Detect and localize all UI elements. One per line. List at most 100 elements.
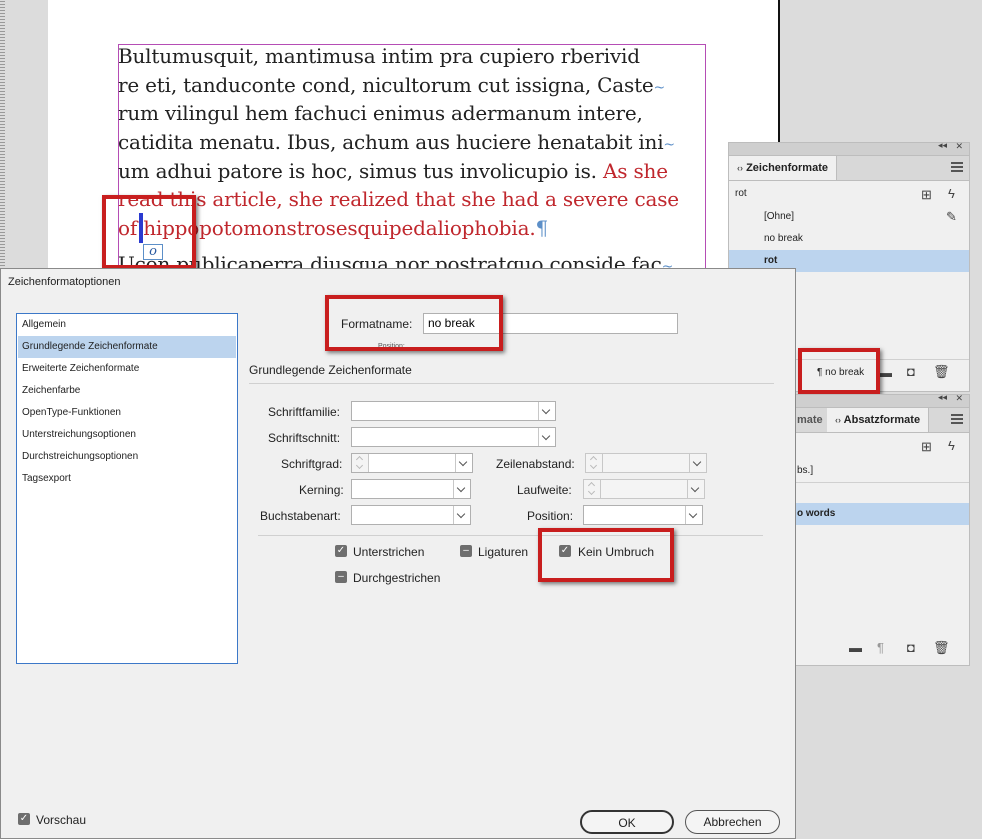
cancel-button[interactable]: Abbrechen (685, 810, 780, 834)
schriftschnitt-label: Schriftschnitt: (268, 431, 341, 445)
vorschau-label: Vorschau (36, 813, 87, 827)
panel-header-strip: ◂◂ ✕ (791, 392, 969, 408)
stepper-icon[interactable] (352, 454, 369, 472)
highlight-box-cursor (102, 195, 196, 269)
category-list[interactable]: Allgemein Grundlegende Zeichenformate Erwe… (16, 313, 238, 664)
tab-label: Zeichenformate (746, 162, 828, 174)
stepper-icon[interactable] (586, 454, 603, 472)
buchstabenart-dropdown[interactable] (351, 505, 471, 525)
chevron-down-icon (538, 428, 555, 446)
schriftgrad-field[interactable] (351, 453, 473, 473)
position-dropdown[interactable] (583, 505, 703, 525)
folder-icon[interactable]: ▬ (849, 640, 862, 655)
document-text-line[interactable]: rum vilingul hem fachuci enimus adermanu… (118, 101, 643, 125)
new-from-selection-icon[interactable]: ⊞ (921, 187, 932, 203)
stepper-icon[interactable] (584, 480, 601, 498)
tab-chevron-icon: ‹› (737, 163, 743, 173)
delete-icon[interactable]: 🗑 (933, 640, 950, 656)
laufweite-label: Laufweite: (517, 483, 572, 497)
panel-header-strip: ◂◂ ✕ (729, 140, 969, 156)
panel-tabbar: mate ‹› Absatzformate (791, 408, 969, 433)
quick-apply-icon[interactable]: ϟ (948, 438, 955, 453)
ok-button[interactable]: OK (580, 810, 674, 834)
style-item-no-break[interactable]: no break (729, 228, 969, 250)
schriftschnitt-dropdown[interactable] (351, 427, 556, 447)
ligaturen-checkbox[interactable]: – (460, 545, 472, 557)
new-from-selection-icon[interactable]: ⊞ (921, 439, 932, 455)
chevron-down-icon (687, 480, 704, 498)
new-style-icon[interactable]: ◘ (907, 364, 915, 379)
text-run: um adhui patore is hoc, simus tus involi… (118, 159, 603, 183)
current-style-label: rot (735, 188, 747, 199)
chevron-down-icon (453, 480, 470, 498)
tab-zeichenformate[interactable]: ‹› Zeichenformate (729, 156, 837, 180)
buchstabenart-label: Buchstabenart: (260, 509, 341, 523)
category-item[interactable]: OpenType-Funktionen (18, 402, 236, 424)
options-divider (258, 535, 763, 536)
close-icon[interactable]: ✕ (955, 141, 963, 152)
panel-row-divider (791, 482, 969, 483)
style-item-basic[interactable]: bs.] (791, 460, 969, 482)
highlight-box-kein-umbruch (538, 528, 674, 582)
tab-chevron-icon: ‹› (835, 415, 841, 425)
schriftfamilie-label: Schriftfamilie: (268, 405, 341, 419)
tab-absatzformate[interactable]: ‹› Absatzformate (827, 408, 930, 432)
tab-zeichenformate-inactive[interactable]: mate (791, 408, 832, 432)
panel-menu-icon[interactable] (951, 414, 963, 424)
hyphen-marker: ~ (653, 80, 666, 96)
text-run: read this article, she realized that she… (118, 187, 679, 211)
document-text-line[interactable]: Bultumusquit, mantimusa intim pra cupier… (118, 44, 640, 68)
zeilenabstand-label: Zeilenabstand: (496, 457, 575, 471)
tab-label: Absatzformate (843, 414, 921, 426)
kerning-label: Kerning: (299, 483, 344, 497)
delete-icon[interactable]: 🗑 (933, 364, 950, 380)
highlight-box-no-break-footer (798, 348, 880, 394)
category-item[interactable]: Allgemein (18, 314, 236, 336)
text-run: re eti, tanduconte cond, nicultorum cut … (118, 73, 654, 97)
vorschau-checkbox[interactable]: ✓ (18, 813, 30, 825)
clear-overrides-icon[interactable]: ✎ (946, 209, 957, 225)
zeilenabstand-field[interactable] (585, 453, 707, 473)
laufweite-field[interactable] (583, 479, 705, 499)
category-item[interactable]: Unterstreichungsoptionen (18, 424, 236, 446)
kerning-dropdown[interactable] (351, 479, 471, 499)
dialog-title: Zeichenformatoptionen (8, 276, 121, 288)
category-item[interactable]: Zeichenfarbe (18, 380, 236, 402)
schriftgrad-label: Schriftgrad: (281, 457, 343, 471)
pilcrow-marker: ¶ (535, 216, 549, 240)
paragraph-styles-panel[interactable]: ◂◂ ✕ mate ‹› Absatzformate ⊞ ϟ bs.] o wo… (790, 392, 970, 666)
panel-tabbar: ‹› Zeichenformate (729, 156, 969, 181)
highlight-box-formatname (325, 295, 503, 351)
document-text-line[interactable]: read this article, she realized that she… (118, 187, 679, 211)
chevron-down-icon (455, 454, 472, 472)
document-text-line[interactable]: catidita menatu. Ibus, achum aus huciere… (118, 130, 675, 154)
chevron-down-icon (689, 454, 706, 472)
quick-apply-icon[interactable]: ϟ (948, 186, 955, 201)
style-item-ohne[interactable]: [Ohne] (729, 206, 969, 228)
schriftfamilie-dropdown[interactable] (351, 401, 556, 421)
text-run: Bultumusquit, mantimusa intim pra cupier… (118, 44, 640, 68)
folder-icon[interactable]: ▬ (879, 365, 892, 380)
section-title: Grundlegende Zeichenformate (249, 363, 412, 377)
collapse-icon[interactable]: ◂◂ (938, 392, 947, 403)
ligaturen-label: Ligaturen (478, 545, 529, 559)
panel-menu-icon[interactable] (951, 162, 963, 172)
category-item[interactable]: Erweiterte Zeichenformate (18, 358, 236, 380)
category-item[interactable]: Tagsexport (18, 468, 236, 490)
clear-overrides-icon[interactable]: ¶ (877, 640, 884, 655)
category-item[interactable]: Durchstreichungsoptionen (18, 446, 236, 468)
unterstrichen-checkbox[interactable]: ✓ (335, 545, 347, 557)
style-item-two-words[interactable]: o words (791, 503, 969, 525)
durchgestrichen-checkbox[interactable]: – (335, 571, 347, 583)
collapse-icon[interactable]: ◂◂ (938, 140, 947, 151)
new-style-icon[interactable]: ◘ (907, 640, 915, 655)
chevron-down-icon (453, 506, 470, 524)
chevron-down-icon (538, 402, 555, 420)
section-divider (249, 383, 774, 384)
text-run: rum vilingul hem fachuci enimus adermanu… (118, 101, 643, 125)
category-item[interactable]: Grundlegende Zeichenformate (18, 336, 236, 358)
unterstrichen-label: Unterstrichen (353, 545, 425, 559)
document-text-line[interactable]: re eti, tanduconte cond, nicultorum cut … (118, 73, 665, 97)
close-icon[interactable]: ✕ (955, 393, 963, 404)
document-text-line[interactable]: um adhui patore is hoc, simus tus involi… (118, 159, 668, 183)
